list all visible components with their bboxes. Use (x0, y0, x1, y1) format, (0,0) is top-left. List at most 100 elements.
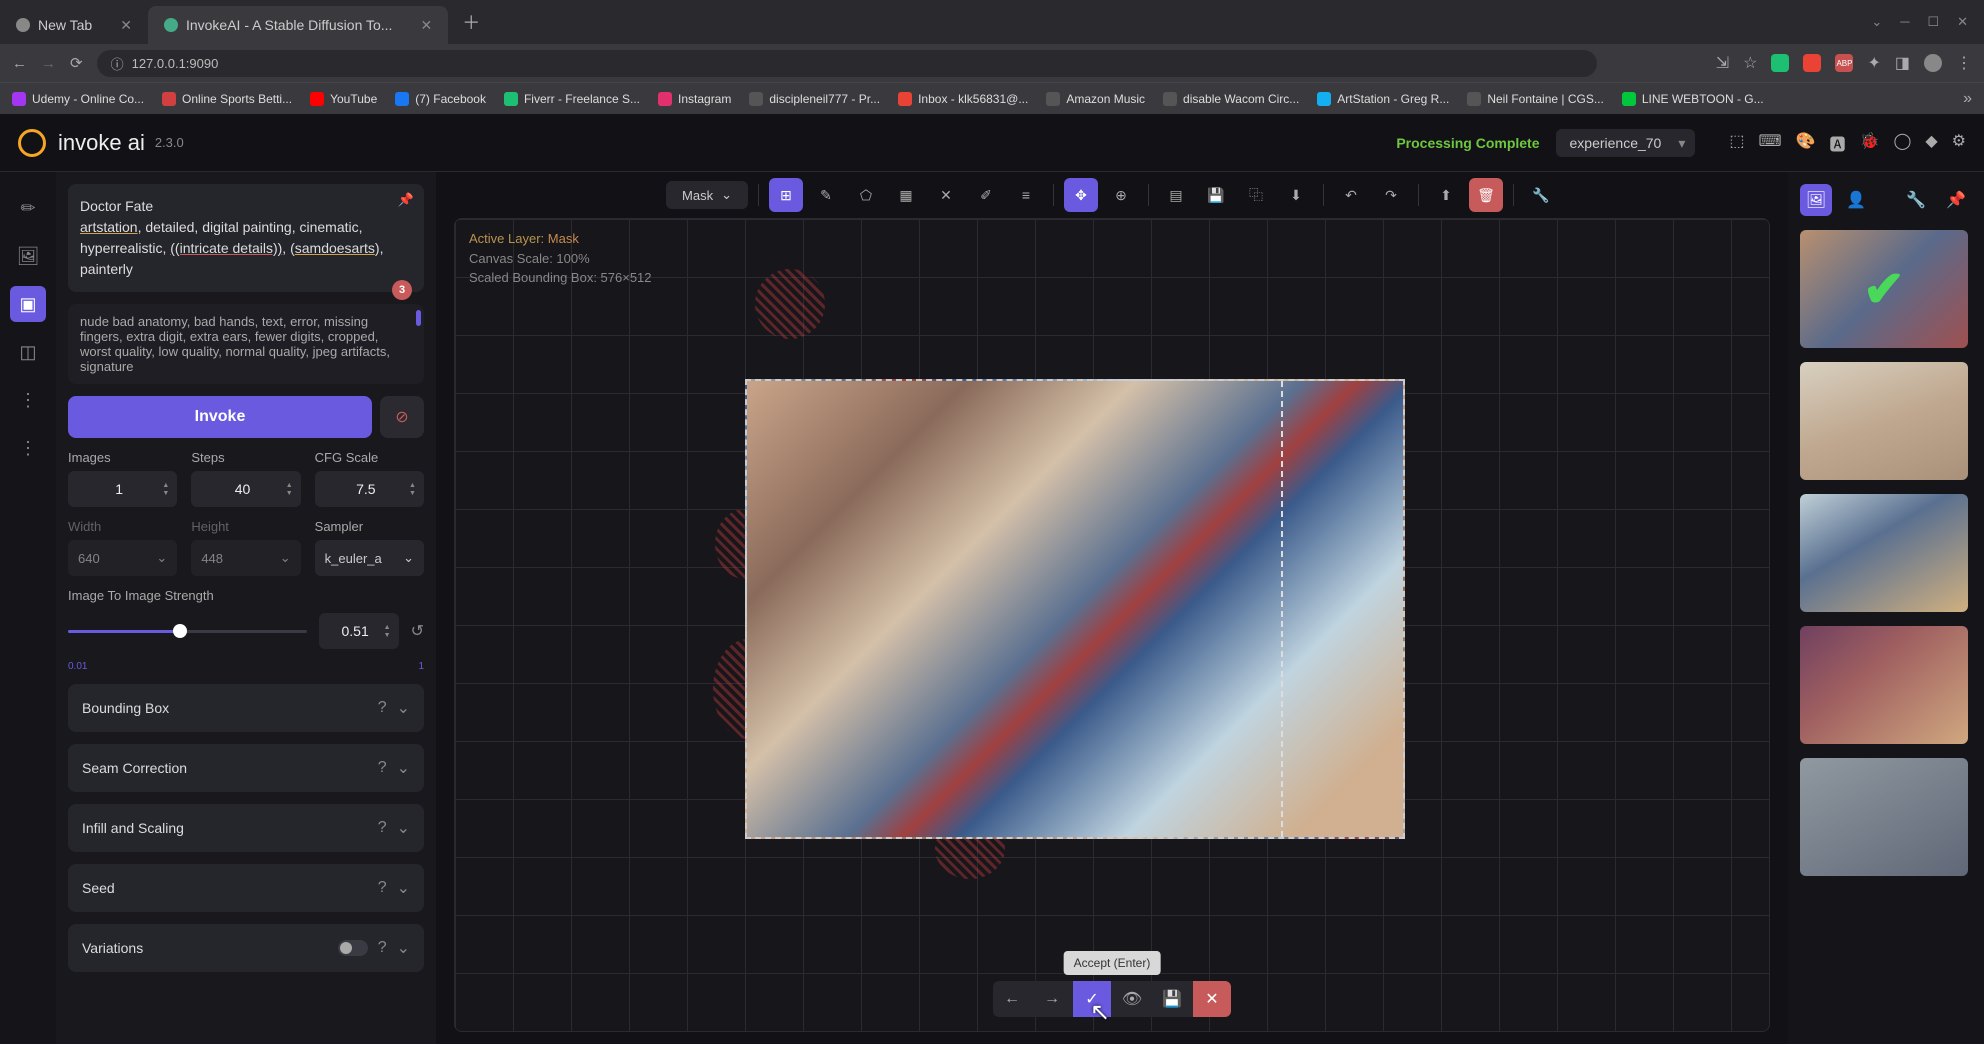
strength-slider[interactable] (68, 621, 307, 641)
canvas-viewport[interactable]: Active Layer: Mask Canvas Scale: 100% Sc… (454, 218, 1770, 1032)
cube-icon[interactable]: ⬚ (1729, 131, 1744, 155)
gallery-uploads-tab[interactable]: 👤 (1840, 184, 1872, 216)
invoke-button[interactable]: Invoke (68, 396, 372, 438)
prompt-input[interactable]: 📌 Doctor Fate artstation, detailed, digi… (68, 184, 424, 292)
bookmarks-overflow-icon[interactable]: » (1963, 90, 1972, 108)
move-bbox-button[interactable]: ✥ (1064, 178, 1098, 212)
palette-icon[interactable]: 🎨 (1796, 131, 1816, 155)
extension-icon[interactable] (1771, 54, 1789, 72)
stepper-icon[interactable]: ▲▼ (409, 482, 416, 497)
eraser-tool-button[interactable]: ⬠ (849, 178, 883, 212)
clear-canvas-button[interactable]: 🗑 (1469, 178, 1503, 212)
canvas-settings-button[interactable]: 🔧 (1524, 178, 1558, 212)
bookmark-item[interactable]: Online Sports Betti... (162, 92, 292, 106)
bookmark-item[interactable]: Fiverr - Freelance S... (504, 92, 640, 106)
extension-icon[interactable] (1803, 54, 1821, 72)
layer-select[interactable]: Mask⌄ (666, 181, 748, 209)
bookmark-item[interactable]: Instagram (658, 92, 731, 106)
gallery-thumbnail[interactable]: ✔ (1800, 230, 1968, 348)
download-button[interactable]: ⬇ (1279, 178, 1313, 212)
adblock-icon[interactable]: ABP (1835, 54, 1853, 72)
bookmark-item[interactable]: disable Wacom Circ... (1163, 92, 1299, 106)
gallery-thumbnail[interactable] (1800, 362, 1968, 480)
height-select[interactable]: 448⌄ (191, 540, 300, 576)
redo-button[interactable]: ↷ (1374, 178, 1408, 212)
copy-to-clipboard-button[interactable]: ⿻ (1239, 178, 1273, 212)
window-dropdown-icon[interactable]: ⌄ (1871, 14, 1882, 30)
bookmark-item[interactable]: Inbox - klk56831@... (898, 92, 1028, 106)
save-staging-button[interactable]: 💾 (1153, 981, 1191, 1017)
bug-icon[interactable]: 🐞 (1860, 131, 1880, 155)
images-input[interactable]: 1▲▼ (68, 471, 177, 507)
gallery-thumbnail[interactable] (1800, 494, 1968, 612)
unified-canvas-tab[interactable]: ▣ (10, 286, 46, 322)
brush-tool-button[interactable]: ✎ (809, 178, 843, 212)
sampler-select[interactable]: k_euler_a⌄ (315, 540, 424, 576)
gallery-pin-button[interactable]: 📌 (1940, 184, 1972, 216)
help-icon[interactable]: ? (378, 939, 387, 957)
close-icon[interactable]: ✕ (420, 17, 432, 34)
bounding-box-accordion[interactable]: Bounding Box ?⌄ (68, 684, 424, 732)
negative-prompt-input[interactable]: nude bad anatomy, bad hands, text, error… (68, 304, 424, 384)
postprocess-tab[interactable]: ⋮ (10, 382, 46, 418)
help-icon[interactable]: ? (378, 879, 387, 897)
steps-input[interactable]: 40▲▼ (191, 471, 300, 507)
gallery-thumbnail[interactable] (1800, 758, 1968, 876)
help-icon[interactable]: ? (378, 819, 387, 837)
gallery-settings-button[interactable]: 🔧 (1900, 184, 1932, 216)
help-icon[interactable]: ? (378, 759, 387, 777)
forward-icon[interactable]: → (41, 55, 56, 72)
cancel-button[interactable]: ⊘ (380, 396, 424, 438)
nodes-tab[interactable]: ◫ (10, 334, 46, 370)
url-bar[interactable]: ⓘ 127.0.0.1:9090 (97, 50, 1597, 77)
browser-tab[interactable]: InvokeAI - A Stable Diffusion To... ✕ (148, 6, 448, 44)
strength-input[interactable]: 0.51▲▼ (319, 613, 399, 649)
keyboard-icon[interactable]: ⌨ (1758, 131, 1781, 155)
reset-view-button[interactable]: ⊕ (1104, 178, 1138, 212)
site-info-icon[interactable]: ⓘ (111, 54, 124, 73)
back-icon[interactable]: ← (12, 55, 27, 72)
stepper-icon[interactable]: ▲▼ (162, 482, 169, 497)
bookmark-item[interactable]: Udemy - Online Co... (12, 92, 144, 106)
txt2img-tab[interactable]: ✏ (10, 190, 46, 226)
language-icon[interactable]: 🅰 (1830, 131, 1846, 155)
menu-icon[interactable]: ⋮ (1956, 53, 1972, 73)
install-icon[interactable]: ⇲ (1716, 53, 1729, 73)
github-icon[interactable]: ◯ (1893, 131, 1911, 155)
width-select[interactable]: 640⌄ (68, 540, 177, 576)
profile-avatar-icon[interactable] (1924, 54, 1942, 72)
maximize-icon[interactable]: ☐ (1927, 14, 1939, 30)
show-hide-staging-button[interactable]: 👁 (1113, 981, 1151, 1017)
undo-button[interactable]: ↶ (1334, 178, 1368, 212)
help-icon[interactable]: ? (378, 699, 387, 717)
bookmark-item[interactable]: YouTube (310, 92, 377, 106)
variations-accordion[interactable]: Variations ?⌄ (68, 924, 424, 972)
scrollbar-thumb[interactable] (416, 310, 421, 326)
prev-staging-button[interactable]: ← (993, 981, 1031, 1017)
minimize-icon[interactable]: ─ (1900, 14, 1909, 30)
new-tab-button[interactable]: ＋ (448, 9, 494, 35)
brush-options-button[interactable]: ≡ (1009, 178, 1043, 212)
bookmark-star-icon[interactable]: ☆ (1743, 53, 1757, 73)
img2img-tab[interactable]: 🖼 (10, 238, 46, 274)
close-icon[interactable]: ✕ (120, 17, 132, 34)
infill-scaling-accordion[interactable]: Infill and Scaling ?⌄ (68, 804, 424, 852)
upload-button[interactable]: ⬆ (1429, 178, 1463, 212)
seed-accordion[interactable]: Seed ?⌄ (68, 864, 424, 912)
model-select[interactable]: experience_70 (1556, 129, 1696, 157)
bookmark-item[interactable]: (7) Facebook (395, 92, 486, 106)
reload-icon[interactable]: ⟳ (70, 54, 83, 72)
gallery-thumbnail[interactable] (1800, 626, 1968, 744)
bookmark-item[interactable]: Neil Fontaine | CGS... (1467, 92, 1604, 106)
move-tool-button[interactable]: ⊞ (769, 178, 803, 212)
color-picker-button[interactable]: ✐ (969, 178, 1003, 212)
reset-icon[interactable]: ↺ (411, 621, 424, 641)
close-window-icon[interactable]: ✕ (1957, 14, 1968, 30)
discard-staging-button[interactable]: ✕ (1193, 981, 1231, 1017)
bookmark-item[interactable]: Amazon Music (1046, 92, 1145, 106)
gallery-images-tab[interactable]: 🖼 (1800, 184, 1832, 216)
bookmark-item[interactable]: ArtStation - Greg R... (1317, 92, 1449, 106)
save-to-gallery-button[interactable]: 💾 (1199, 178, 1233, 212)
pin-icon[interactable]: 📌 (398, 192, 414, 208)
cfg-input[interactable]: 7.5▲▼ (315, 471, 424, 507)
